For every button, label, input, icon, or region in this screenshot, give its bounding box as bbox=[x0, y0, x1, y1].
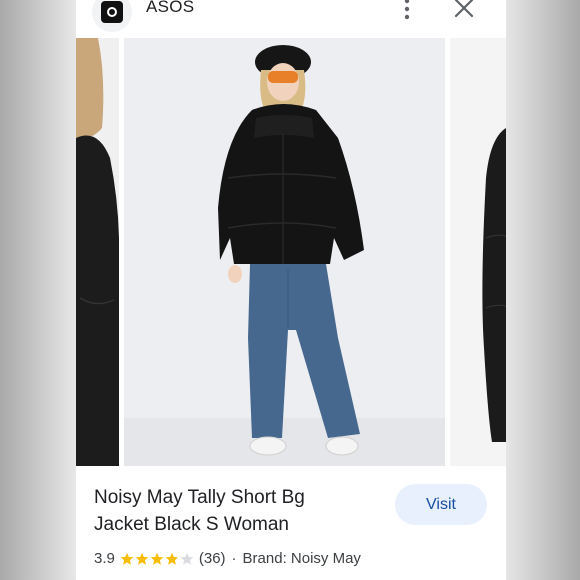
background-blur-left bbox=[0, 0, 76, 580]
star-icon bbox=[135, 552, 149, 565]
close-icon[interactable] bbox=[452, 0, 474, 20]
separator: · bbox=[231, 550, 237, 567]
asos-logo-icon[interactable] bbox=[92, 0, 132, 32]
star-icon bbox=[120, 552, 134, 565]
rating-value: 3.9 bbox=[94, 550, 115, 567]
background-blur-right bbox=[504, 0, 580, 580]
rating-row: 3.9 (36) · Brand: Noisy May bbox=[94, 550, 361, 567]
more-vert-icon[interactable] bbox=[400, 0, 414, 20]
product-sheet: ASOS Noisy May Tally Short Bg Jacket Bla… bbox=[76, 0, 506, 580]
brand-label: Brand: Noisy May bbox=[242, 550, 361, 567]
carousel-image-previous[interactable] bbox=[76, 38, 119, 466]
star-icon bbox=[150, 552, 164, 565]
star-icon bbox=[165, 552, 179, 565]
top-bar: ASOS bbox=[76, 0, 506, 38]
rating-stars bbox=[120, 552, 195, 566]
review-count[interactable]: (36) bbox=[199, 550, 226, 567]
visit-button[interactable]: Visit bbox=[395, 484, 487, 525]
star-icon bbox=[180, 552, 194, 565]
carousel-image-next[interactable] bbox=[450, 38, 506, 466]
product-title[interactable]: Noisy May Tally Short Bg Jacket Black S … bbox=[94, 484, 364, 538]
site-name[interactable]: ASOS bbox=[146, 0, 194, 17]
image-carousel[interactable] bbox=[76, 38, 506, 466]
carousel-image-main[interactable] bbox=[124, 38, 445, 466]
